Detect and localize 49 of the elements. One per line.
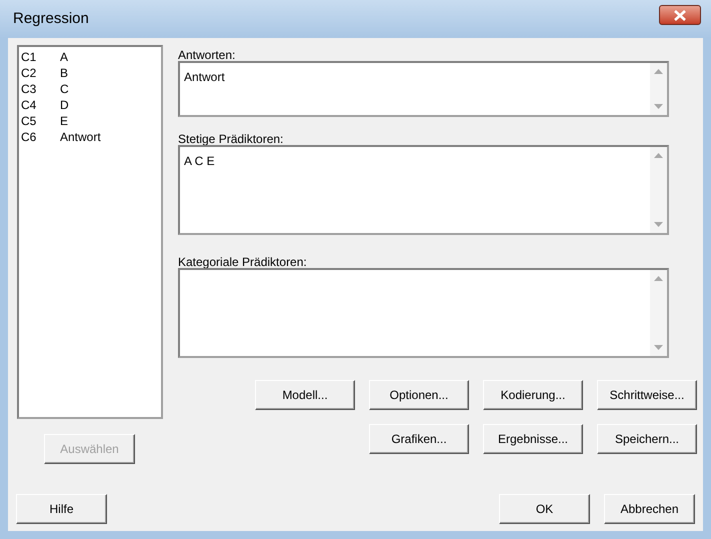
scrollbar[interactable] xyxy=(650,270,667,356)
scroll-up-icon[interactable] xyxy=(654,69,663,74)
column-id: C6 xyxy=(21,129,38,145)
text-area[interactable]: A C E xyxy=(178,145,669,235)
scroll-down-icon[interactable] xyxy=(654,345,663,350)
column-name: Antwort xyxy=(60,129,101,145)
field-value: Antwort xyxy=(184,70,225,84)
field-label: Kategoriale Prädiktoren: xyxy=(178,255,308,269)
dialog-button[interactable]: Ergebnisse... xyxy=(483,424,583,454)
scroll-up-icon[interactable] xyxy=(654,276,663,281)
window-title: Regression xyxy=(13,8,89,29)
text-area[interactable]: Antwort xyxy=(178,61,669,117)
column-id: C4 xyxy=(21,97,38,113)
column-id: C1 xyxy=(21,49,38,65)
dialog-button[interactable]: Hilfe xyxy=(16,494,107,524)
close-icon xyxy=(674,10,686,20)
dialog-button[interactable]: Schrittweise... xyxy=(597,380,697,410)
scroll-down-icon[interactable] xyxy=(654,104,663,109)
dialog-button[interactable]: Abbrechen xyxy=(604,494,695,524)
column-name: D xyxy=(60,97,69,113)
field-label: Stetige Prädiktoren: xyxy=(178,132,284,146)
column-name: B xyxy=(60,65,68,81)
column-id: C3 xyxy=(21,81,38,97)
close-button[interactable] xyxy=(659,5,701,25)
dialog-button[interactable]: OK xyxy=(499,494,590,524)
column-id: C5 xyxy=(21,113,38,129)
dialog-button[interactable]: Modell... xyxy=(255,380,355,410)
variable-list[interactable]: C1 A C2 B C3 C C4 D C5 E C6 Antwort xyxy=(17,45,163,419)
variable-item[interactable]: C1 A xyxy=(21,49,161,65)
dialog-button[interactable]: Grafiken... xyxy=(369,424,469,454)
scrollbar[interactable] xyxy=(650,147,667,233)
column-name: E xyxy=(60,113,68,129)
dialog-button[interactable]: Optionen... xyxy=(369,380,469,410)
variable-item[interactable]: C5 E xyxy=(21,113,161,129)
scroll-up-icon[interactable] xyxy=(654,153,663,158)
column-id: C2 xyxy=(21,65,38,81)
variable-item[interactable]: C6 Antwort xyxy=(21,129,161,145)
dialog-button[interactable]: Speichern... xyxy=(597,424,697,454)
column-name: C xyxy=(60,81,69,97)
field-label: Antworten: xyxy=(178,48,236,62)
scrollbar[interactable] xyxy=(650,63,667,115)
column-name: A xyxy=(60,49,68,65)
variable-item[interactable]: C3 C xyxy=(21,81,161,97)
variable-item[interactable]: C4 D xyxy=(21,97,161,113)
text-area[interactable] xyxy=(178,268,669,358)
variable-item[interactable]: C2 B xyxy=(21,65,161,81)
field-value: A C E xyxy=(184,154,215,168)
dialog-button[interactable]: Kodierung... xyxy=(483,380,583,410)
scroll-down-icon[interactable] xyxy=(654,222,663,227)
